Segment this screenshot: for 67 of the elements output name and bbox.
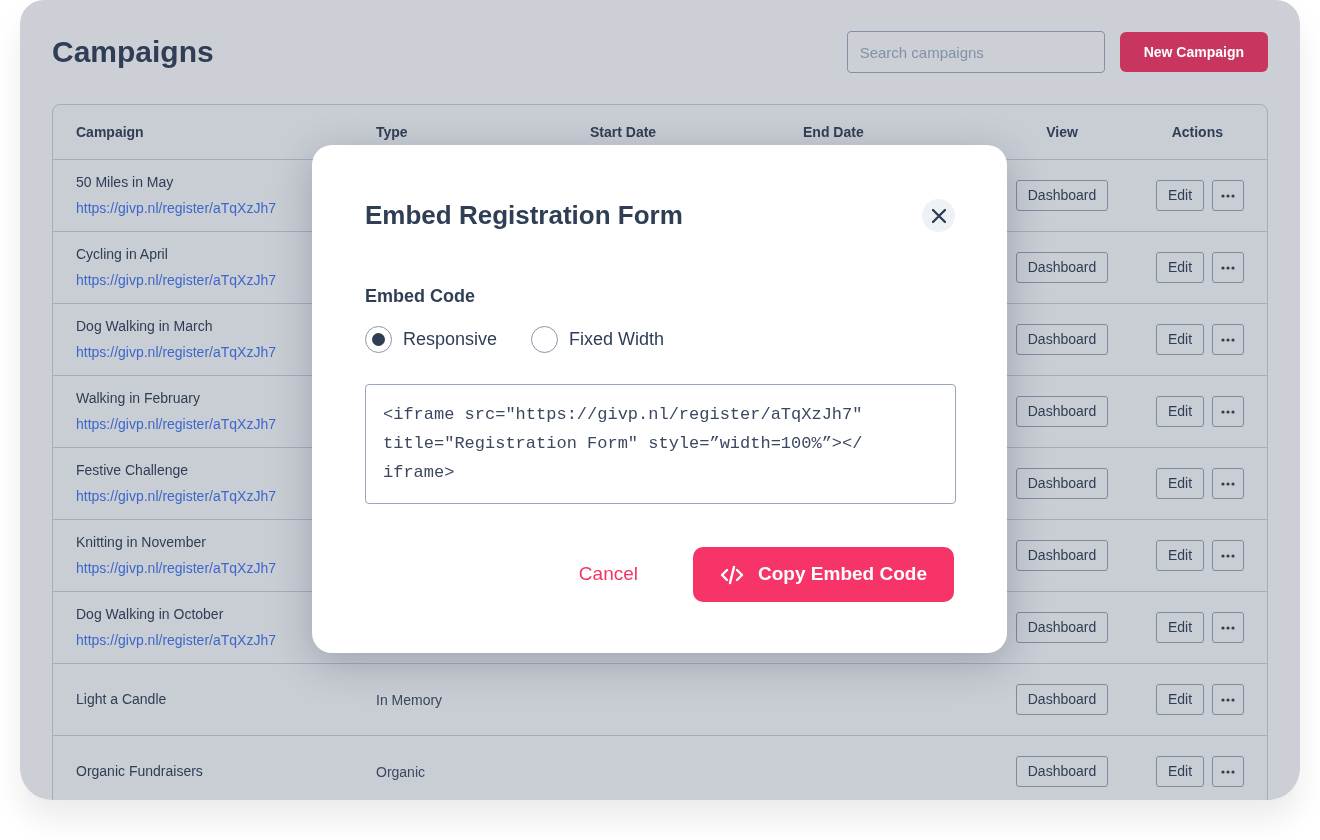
campaign-name: Organic Fundraisers xyxy=(76,762,204,781)
column-header: View xyxy=(1046,124,1078,140)
more-icon xyxy=(1221,625,1235,630)
dashboard-button[interactable]: Dashboard xyxy=(1016,252,1108,283)
more-button[interactable] xyxy=(1212,396,1244,427)
column-header: Type xyxy=(376,124,408,140)
more-button[interactable] xyxy=(1212,540,1244,571)
more-icon xyxy=(1221,193,1235,198)
dashboard-button[interactable]: Dashboard xyxy=(1016,756,1108,787)
campaign-name: Dog Walking in October xyxy=(76,605,225,624)
campaign-type: Organic xyxy=(376,763,426,780)
campaign-name: Cycling in April xyxy=(76,245,169,264)
edit-button[interactable]: Edit xyxy=(1156,468,1204,499)
more-icon xyxy=(1221,769,1235,774)
dashboard-button[interactable]: Dashboard xyxy=(1016,396,1108,427)
cancel-button[interactable]: Cancel xyxy=(578,560,638,589)
column-header: End Date xyxy=(803,124,864,140)
code-icon xyxy=(720,564,745,585)
more-icon xyxy=(1221,337,1235,342)
more-button[interactable] xyxy=(1212,252,1244,283)
more-button[interactable] xyxy=(1212,756,1244,787)
campaign-name: Light a Candle xyxy=(76,690,168,709)
campaign-name: Walking in February xyxy=(76,389,201,408)
close-icon xyxy=(931,208,946,223)
dashboard-button[interactable]: Dashboard xyxy=(1016,612,1108,643)
column-header: Actions xyxy=(1171,124,1223,140)
more-icon xyxy=(1221,697,1235,702)
more-icon xyxy=(1221,265,1235,270)
column-header: Campaign xyxy=(76,124,144,140)
more-button[interactable] xyxy=(1212,180,1244,211)
radio-option[interactable]: Responsive xyxy=(365,326,498,353)
edit-button[interactable]: Edit xyxy=(1156,252,1204,283)
more-button[interactable] xyxy=(1212,468,1244,499)
more-icon xyxy=(1221,409,1235,414)
edit-button[interactable]: Edit xyxy=(1156,756,1204,787)
dashboard-button[interactable]: Dashboard xyxy=(1016,468,1108,499)
column-header: Start Date xyxy=(590,124,657,140)
edit-button[interactable]: Edit xyxy=(1156,540,1204,571)
edit-button[interactable]: Edit xyxy=(1156,684,1204,715)
dashboard-button[interactable]: Dashboard xyxy=(1016,684,1108,715)
new-campaign-button[interactable]: New Campaign xyxy=(1119,32,1268,72)
code-text: <iframe src="https://givp.nl/register/aTqXzJh7" title="Registration Form" style=”width=100%”></ iframe> xyxy=(383,404,864,484)
dashboard-button[interactable]: Dashboard xyxy=(1016,324,1108,355)
edit-button[interactable]: Edit xyxy=(1156,180,1204,211)
close-button[interactable] xyxy=(922,199,955,232)
campaign-name: 50 Miles in May xyxy=(76,173,175,192)
more-icon xyxy=(1221,481,1235,486)
code-field[interactable]: <iframe src="https://givp.nl/register/aTqXzJh7" title="Registration Form" style=”width=100%”></ iframe> xyxy=(365,384,956,504)
campaign-name: Knitting in November xyxy=(76,533,207,552)
more-button[interactable] xyxy=(1212,612,1244,643)
edit-button[interactable]: Edit xyxy=(1156,324,1204,355)
search-field[interactable]: Search campaigns xyxy=(846,31,1105,73)
radio-option[interactable]: Fixed Width xyxy=(531,326,665,353)
dialog-title: Embed Registration Form xyxy=(365,199,683,232)
campaign-name: Dog Walking in March xyxy=(76,317,214,336)
page-title: Campaigns xyxy=(52,33,214,70)
edit-button[interactable]: Edit xyxy=(1156,612,1204,643)
section-label: Embed Code xyxy=(365,285,475,308)
more-button[interactable] xyxy=(1212,324,1244,355)
more-button[interactable] xyxy=(1212,684,1244,715)
copy-embed-code-button[interactable]: Copy Embed Code xyxy=(693,547,954,602)
dashboard-button[interactable]: Dashboard xyxy=(1016,540,1108,571)
more-icon xyxy=(1221,553,1235,558)
campaign-type: In Memory xyxy=(376,691,443,708)
edit-button[interactable]: Edit xyxy=(1156,396,1204,427)
dashboard-button[interactable]: Dashboard xyxy=(1016,180,1108,211)
campaign-name: Festive Challenge xyxy=(76,461,190,480)
